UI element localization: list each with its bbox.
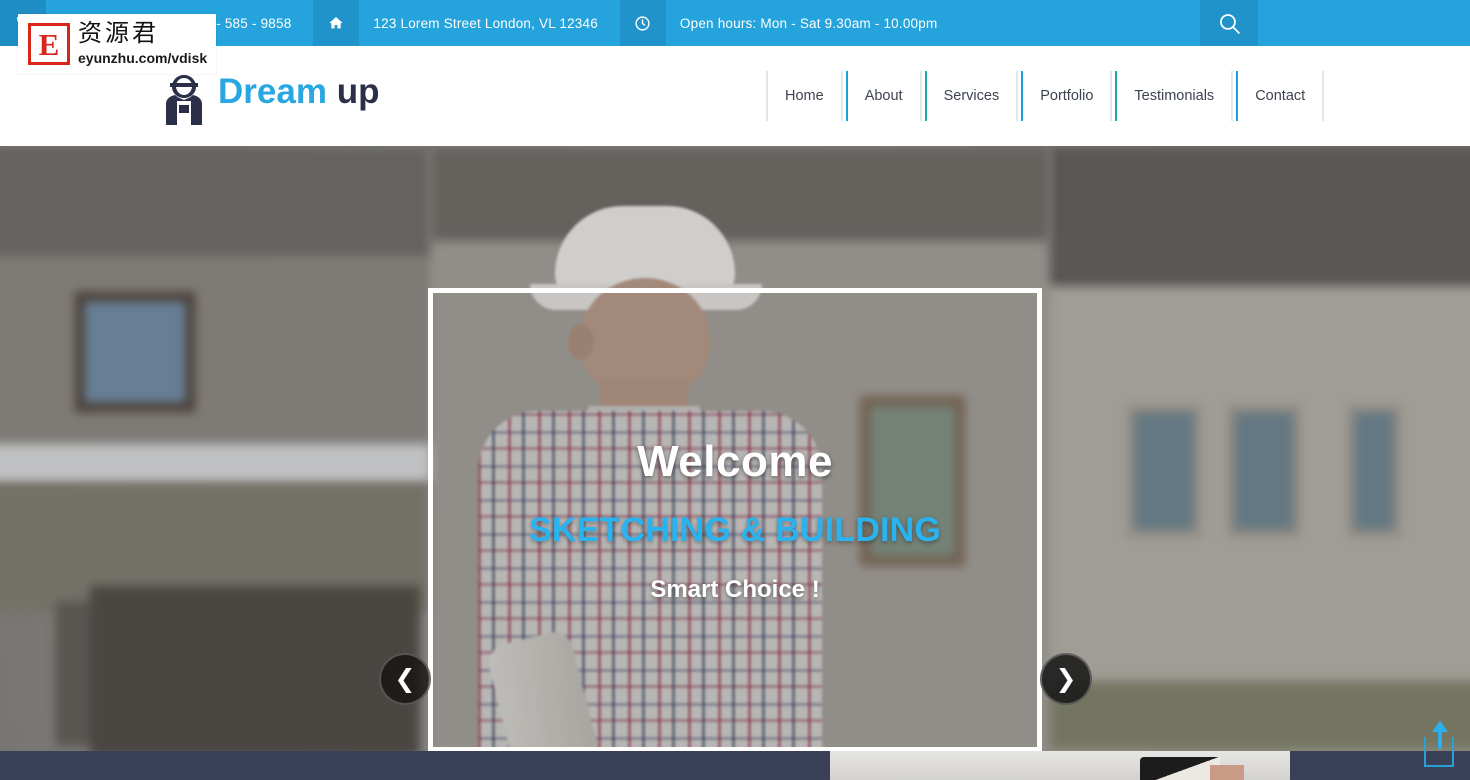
nav-divider <box>1016 71 1019 121</box>
hero-slider: Welcome SKETCHING & BUILDING Smart Choic… <box>0 146 1470 751</box>
brand-logo[interactable]: Dream up <box>160 66 379 126</box>
nav-item-about[interactable]: About <box>848 70 920 122</box>
watermark-letter: E <box>28 23 70 65</box>
chevron-left-icon[interactable]: ❮ <box>379 653 431 705</box>
search-icon[interactable] <box>1200 0 1258 46</box>
watermark-overlay: E 资源君 eyunzhu.com/vdisk <box>18 14 216 74</box>
brand-title-secondary: up <box>336 72 380 111</box>
watermark-url: eyunzhu.com/vdisk <box>78 49 208 66</box>
top-bar-spacer <box>959 0 1200 46</box>
nav-divider <box>840 71 843 121</box>
nav-item-services[interactable]: Services <box>927 70 1017 122</box>
nav-item-home[interactable]: Home <box>768 70 841 122</box>
brand-title-primary: Dream <box>218 72 327 111</box>
watermark-chinese-text: 资源君 <box>78 21 159 48</box>
nav-item-portfolio[interactable]: Portfolio <box>1023 70 1110 122</box>
top-bar-trailing <box>1258 0 1470 46</box>
clock-icon <box>619 0 666 46</box>
main-navigation: Home About Services Portfolio Testimonia… <box>766 70 1325 122</box>
nav-item-contact[interactable]: Contact <box>1238 70 1322 122</box>
nav-divider <box>1231 71 1234 121</box>
address-label: 123 Lorem Street London, VL 12346 <box>373 15 598 31</box>
nav-item-testimonials[interactable]: Testimonials <box>1117 70 1231 122</box>
arrow-up-icon[interactable] <box>1424 721 1454 767</box>
chevron-right-icon[interactable]: ❯ <box>1040 653 1092 705</box>
top-bar: CALL - US - FREE: 888 - 585 - 9858 123 L… <box>0 0 1470 46</box>
hero-content-frame: Welcome SKETCHING & BUILDING Smart Choic… <box>428 288 1042 751</box>
nav-divider <box>919 71 922 121</box>
brand-title: Dream up <box>218 72 380 111</box>
hero-title: Welcome <box>637 436 833 486</box>
nav-divider <box>1110 71 1113 121</box>
home-icon <box>313 0 360 46</box>
content-card-preview <box>830 751 1290 780</box>
page-root: CALL - US - FREE: 888 - 585 - 9858 123 L… <box>0 0 1470 780</box>
card-image-preview <box>1140 757 1220 780</box>
worker-icon <box>160 74 208 126</box>
open-hours-label: Open hours: Mon - Sat 9.30am - 10.00pm <box>679 15 938 31</box>
nav-divider <box>1322 71 1325 121</box>
brand-text: Dream up <box>218 66 379 111</box>
hero-caption: Smart Choice ! <box>650 575 820 603</box>
below-fold-section <box>0 751 1470 780</box>
hero-subtitle: SKETCHING & BUILDING <box>529 510 941 549</box>
card-image-preview-detail <box>1210 765 1244 780</box>
